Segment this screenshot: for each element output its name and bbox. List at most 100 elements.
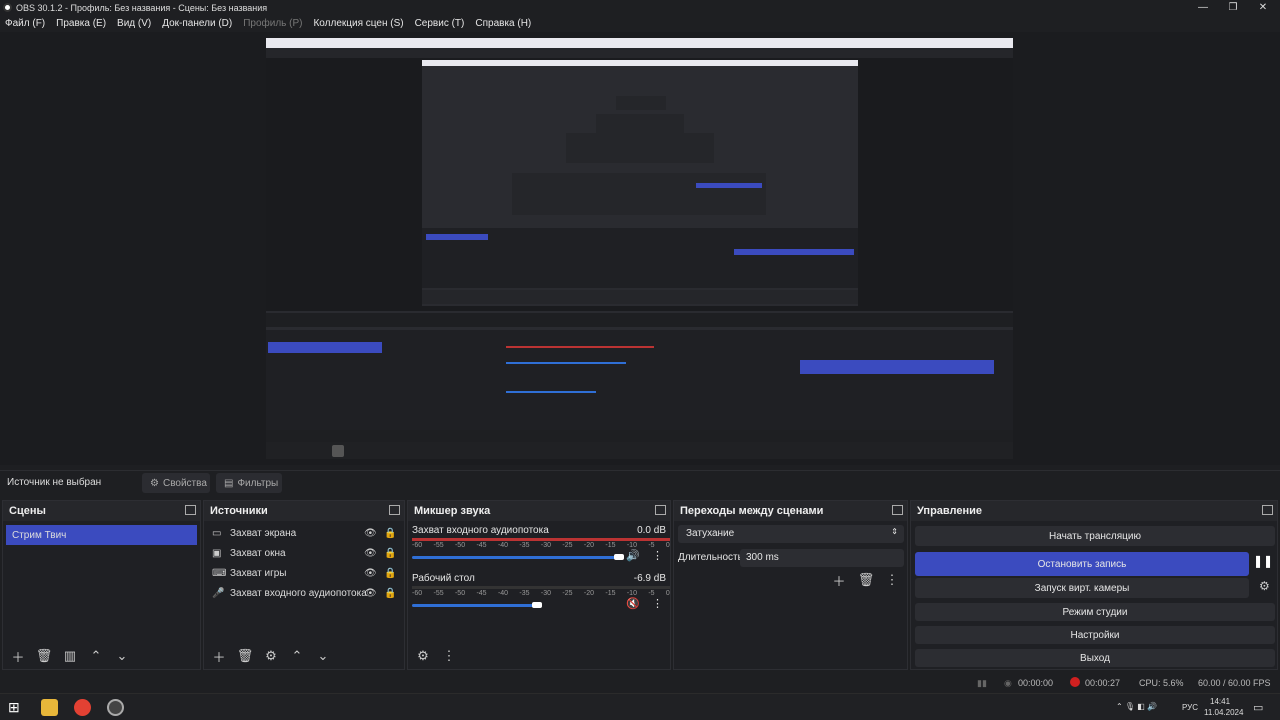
- source-item[interactable]: 🎤 Захват входного аудиопотока 👁 🔒: [204, 583, 404, 603]
- add-scene-button[interactable]: ＋: [9, 647, 27, 665]
- menu-item[interactable]: Сервис (T): [415, 18, 465, 29]
- controls-title: Управление: [917, 505, 983, 517]
- source-item[interactable]: ▭ Захват экрана 👁 🔒: [204, 523, 404, 543]
- duration-value: 300 ms: [746, 552, 779, 563]
- eye-icon[interactable]: 👁: [364, 568, 377, 579]
- language-indicator[interactable]: РУС: [1182, 703, 1198, 712]
- fps-readout: 60.00 / 60.00 FPS: [1198, 678, 1271, 688]
- tick-label: -45: [476, 590, 487, 597]
- duration-spinbox[interactable]: 300 ms: [740, 549, 904, 567]
- maximize-button[interactable]: ❐: [1218, 0, 1248, 15]
- undock-icon[interactable]: [892, 505, 903, 515]
- source-label: Захват окна: [230, 547, 286, 559]
- tick-label: -40: [497, 590, 509, 597]
- source-item[interactable]: ⌨ Захват игры 👁 🔒: [204, 563, 404, 583]
- menu-item[interactable]: Профиль (P): [243, 18, 302, 29]
- channel-menu-icon[interactable]: ⋮: [652, 597, 663, 610]
- control-button[interactable]: Выход: [915, 649, 1275, 667]
- volume-slider-track[interactable]: [412, 604, 536, 607]
- filters-button[interactable]: ▤ Фильтры: [216, 473, 282, 493]
- gear-icon[interactable]: ⚙: [1259, 579, 1270, 593]
- eye-icon[interactable]: 👁: [364, 588, 377, 599]
- preview-recursive-image: [266, 38, 1013, 459]
- no-source-label: Источник не выбран: [7, 477, 102, 488]
- remove-transition-button[interactable]: 🗑: [857, 571, 875, 589]
- close-button[interactable]: ✕: [1248, 0, 1278, 15]
- lock-icon[interactable]: 🔒: [384, 528, 396, 539]
- menu-item[interactable]: Док-панели (D): [162, 18, 232, 29]
- notification-icon[interactable]: ▭: [1253, 701, 1263, 714]
- tick-label: -10: [626, 590, 637, 597]
- mixer-menu-button[interactable]: ⋮: [440, 647, 458, 665]
- move-up-button[interactable]: ⌃: [288, 647, 306, 665]
- tick-label: -35: [519, 590, 530, 597]
- file-explorer-icon[interactable]: [41, 699, 58, 716]
- minimize-button[interactable]: —: [1188, 0, 1218, 15]
- channel-menu-icon[interactable]: ⋮: [652, 549, 663, 562]
- lock-icon[interactable]: 🔒: [384, 568, 396, 579]
- pause-icon[interactable]: ❚❚: [1253, 554, 1273, 568]
- add-source-button[interactable]: ＋: [210, 647, 228, 665]
- advanced-audio-button[interactable]: ⚙: [414, 647, 432, 665]
- filters-label: Фильтры: [237, 477, 279, 489]
- move-down-button[interactable]: ⌄: [113, 647, 131, 665]
- properties-button[interactable]: ⚙ Свойства: [142, 473, 210, 493]
- tick-label: 0: [665, 542, 670, 549]
- meter-ticks: -60 -55 -50 -45 -40 -35 -30 -25 -20 -15 -10 -5 0: [412, 590, 670, 597]
- window-icon: ▣: [212, 547, 222, 559]
- remove-scene-button[interactable]: 🗑: [35, 647, 53, 665]
- lock-icon[interactable]: 🔒: [384, 588, 396, 599]
- menu-item[interactable]: Вид (V): [117, 18, 151, 29]
- stream-time: 00:00:00: [1018, 678, 1054, 688]
- control-button[interactable]: Запуск вирт. камеры: [915, 578, 1249, 598]
- control-button[interactable]: Начать трансляцию: [915, 526, 1275, 546]
- transitions-dock: Переходы между сценами Затухание ⇕ Длител…: [673, 500, 908, 670]
- source-item[interactable]: ▣ Захват окна 👁 🔒: [204, 543, 404, 563]
- tick-label: -60: [412, 590, 423, 597]
- menu-item[interactable]: Файл (F): [5, 18, 45, 29]
- mixer-title: Микшер звука: [414, 505, 491, 517]
- taskbar: ⊞ ⌃ 🎙 ◧ 🔊 РУС 14:41 11.04.2024 ▭: [0, 693, 1280, 720]
- source-settings-button[interactable]: ⚙: [262, 647, 280, 665]
- source-label: Захват игры: [230, 567, 287, 579]
- undock-icon[interactable]: [1262, 505, 1273, 515]
- undock-icon[interactable]: [185, 505, 196, 515]
- eye-icon[interactable]: 👁: [364, 548, 377, 559]
- lock-icon[interactable]: 🔒: [384, 548, 396, 559]
- scene-filters-button[interactable]: ▥: [61, 647, 79, 665]
- undock-icon[interactable]: [389, 505, 400, 515]
- control-button[interactable]: Настройки: [915, 626, 1275, 644]
- tick-label: -25: [562, 590, 573, 597]
- undock-icon[interactable]: [655, 505, 666, 515]
- control-button[interactable]: Остановить запись: [915, 552, 1249, 576]
- move-down-button[interactable]: ⌄: [314, 647, 332, 665]
- mixer-channel: Захват входного аудиопотока 0.0 dB -60 -5…: [408, 521, 672, 567]
- channel-db: 0.0 dB: [637, 525, 666, 536]
- obs-taskbar-icon[interactable]: [107, 699, 124, 716]
- transition-menu-button[interactable]: ⋮: [883, 571, 901, 589]
- gear-icon: ⚙: [150, 477, 159, 489]
- eye-icon[interactable]: 👁: [364, 528, 377, 539]
- speaker-muted-icon[interactable]: 🔇: [626, 597, 640, 610]
- speaker-icon[interactable]: 🔊: [626, 549, 640, 562]
- tick-label: -15: [605, 590, 616, 597]
- meter-ticks: -60 -55 -50 -45 -40 -35 -30 -25 -20 -15 -10 -5 0: [412, 542, 670, 549]
- volume-slider-handle[interactable]: [532, 602, 542, 608]
- add-transition-button[interactable]: ＋: [830, 571, 848, 589]
- tick-label: -60: [412, 542, 423, 549]
- windows-start-icon[interactable]: ⊞: [8, 699, 25, 716]
- control-button[interactable]: Режим студии: [915, 603, 1275, 621]
- title-bar: OBS 30.1.2 - Профиль: Без названия - Сце…: [0, 0, 1280, 15]
- transition-select[interactable]: Затухание ⇕: [678, 525, 904, 543]
- volume-slider-handle[interactable]: [614, 554, 624, 560]
- menu-item[interactable]: Справка (H): [475, 18, 531, 29]
- tick-label: -10: [626, 542, 637, 549]
- remove-source-button[interactable]: 🗑: [236, 647, 254, 665]
- tray-icons[interactable]: ⌃ 🎙 ◧ 🔊: [1116, 702, 1157, 711]
- menu-item[interactable]: Правка (E): [56, 18, 106, 29]
- chrome-icon[interactable]: [74, 699, 91, 716]
- menu-item[interactable]: Коллекция сцен (S): [313, 18, 403, 29]
- volume-slider-track[interactable]: [412, 556, 618, 559]
- scene-item[interactable]: Стрим Твич: [6, 525, 197, 545]
- move-up-button[interactable]: ⌃: [87, 647, 105, 665]
